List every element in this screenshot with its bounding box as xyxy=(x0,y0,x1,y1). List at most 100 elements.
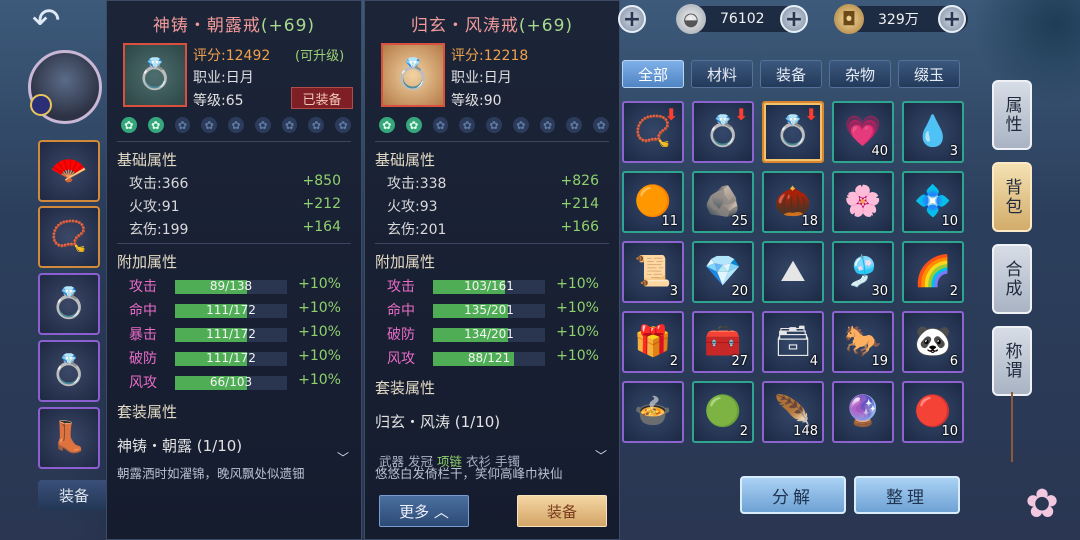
stat-progress-value: 89/138 xyxy=(209,279,253,293)
stat-progress-bar: 111/172 xyxy=(175,327,287,342)
extra-stat-row: 破防 134/201 +10% xyxy=(387,324,599,344)
decompose-button[interactable]: 分解 xyxy=(740,476,846,514)
bag-tab[interactable]: 缀玉 xyxy=(898,60,960,88)
item-count: 10 xyxy=(941,214,958,229)
bag-slot[interactable]: 🐼 6 xyxy=(902,311,964,373)
sort-button[interactable]: 整理 xyxy=(854,476,960,514)
item-score: 评分:12492 xyxy=(193,48,271,64)
side-tab[interactable]: 称谓 xyxy=(992,326,1032,396)
more-button[interactable]: 更多 ︿ xyxy=(379,495,469,527)
fire-orb-icon: 🔴 xyxy=(914,394,952,429)
equipped-slot[interactable]: 📿 xyxy=(38,206,100,268)
bag-slot[interactable]: 💍 ⬇ xyxy=(692,101,754,163)
lotus-seed-icon: 🌰 xyxy=(774,184,812,219)
sand-pile-icon: ⛰ xyxy=(780,254,806,289)
side-tab[interactable]: 属性 xyxy=(992,80,1032,150)
bag-slot[interactable]: 🟢 2 xyxy=(692,381,754,443)
bag-slot[interactable]: 🔮 xyxy=(832,381,894,443)
bag-slot[interactable]: 📜 3 xyxy=(622,241,684,303)
crystal-shards-icon: 💎 xyxy=(704,254,742,289)
extra-stat-row: 暴击 111/172 +10% xyxy=(129,324,341,344)
bag-tab[interactable]: 杂物 xyxy=(829,60,891,88)
stat-percent: +10% xyxy=(556,300,599,316)
lantern-tassel xyxy=(1011,392,1013,462)
bag-slot[interactable]: 💧 3 xyxy=(902,101,964,163)
bag-slot[interactable]: 💗 40 xyxy=(832,101,894,163)
bag-slot[interactable]: 🗃 4 xyxy=(762,311,824,373)
bag-slot[interactable]: 🪨 25 xyxy=(692,171,754,233)
stat-progress-value: 135/201 xyxy=(464,303,514,317)
bag-tab[interactable]: 全部 xyxy=(622,60,684,88)
side-tab[interactable]: 背包 xyxy=(992,162,1032,232)
stat-percent: +10% xyxy=(298,276,341,292)
gem-empty-icon: ✿ xyxy=(254,117,271,133)
item-count: 18 xyxy=(801,214,818,229)
stat-name: 破防 xyxy=(387,327,415,343)
knot-charm-icon: 🎐 xyxy=(844,254,882,289)
bag-slot[interactable]: 🌰 18 xyxy=(762,171,824,233)
divider xyxy=(117,141,351,142)
base-stat-row: 攻击:338 +826 xyxy=(387,173,599,193)
upgradable-label[interactable]: (可升级) xyxy=(295,45,344,64)
extra-stat-row: 命中 135/201 +10% xyxy=(387,300,599,320)
gem-empty-icon: ✿ xyxy=(308,117,325,133)
add-button[interactable]: + xyxy=(618,5,646,33)
arrow-down-icon: ⬇ xyxy=(804,105,818,124)
bag-slot[interactable]: 🪶 148 xyxy=(762,381,824,443)
bag-slot[interactable]: 💠 10 xyxy=(902,171,964,233)
equipped-slot[interactable]: 🪭 xyxy=(38,140,100,202)
equipped-badge: 已装备 xyxy=(291,87,353,109)
stat-bonus: +826 xyxy=(560,173,599,189)
stat-progress-value: 111/172 xyxy=(206,351,256,365)
ring-teal-icon: 💍 xyxy=(123,43,187,107)
bag-slot[interactable]: 🌸 xyxy=(832,171,894,233)
back-button[interactable]: ↶ xyxy=(32,4,72,38)
item-count: 27 xyxy=(731,354,748,369)
rainbow-gem-icon: 🌈 xyxy=(914,254,952,289)
bag-slot[interactable]: 🌈 2 xyxy=(902,241,964,303)
item-level: 等级:90 xyxy=(451,93,502,109)
feather-icon: 🪶 xyxy=(774,394,812,429)
side-tab[interactable]: 合成 xyxy=(992,244,1032,314)
stat-progress-bar: 111/172 xyxy=(175,303,287,318)
bag-slot[interactable]: 📿 ⬇ xyxy=(622,101,684,163)
bag-slot[interactable]: 🎐 30 xyxy=(832,241,894,303)
item-count: 2 xyxy=(949,284,958,299)
purple-flower-icon: 🌸 xyxy=(844,184,882,219)
silver-amount: 76102 xyxy=(720,11,765,27)
bag-tab[interactable]: 材料 xyxy=(691,60,753,88)
item-count: 2 xyxy=(669,354,678,369)
stat-name: 玄伤:199 xyxy=(129,222,189,238)
bag-slot[interactable]: ⛰ xyxy=(762,241,824,303)
bag-slot[interactable]: 🟠 11 xyxy=(622,171,684,233)
divider xyxy=(117,243,351,244)
coin-amount: 329万 xyxy=(878,12,919,28)
extra-stat-row: 命中 111/172 +10% xyxy=(129,300,341,320)
bag-slot[interactable]: 💍 ⬇ xyxy=(762,101,824,163)
add-coin-button[interactable]: + xyxy=(938,5,966,33)
equip-tab[interactable]: 装备 xyxy=(38,480,110,510)
gem-filled-icon: ✿ xyxy=(121,117,137,133)
bag-slot[interactable]: 🔴 10 xyxy=(902,381,964,443)
gem-box-icon: 🎁 xyxy=(634,324,672,359)
equipped-slot[interactable]: 💍 xyxy=(38,340,100,402)
add-silver-button[interactable]: + xyxy=(780,5,808,33)
bag-slot[interactable]: 🍲 xyxy=(622,381,684,443)
panda-icon: 🐼 xyxy=(914,324,952,359)
bag-slot[interactable]: 🐎 19 xyxy=(832,311,894,373)
saddle-icon: 🐎 xyxy=(844,324,882,359)
stat-percent: +10% xyxy=(556,276,599,292)
bag-slot[interactable]: 🎁 2 xyxy=(622,311,684,373)
equip-button[interactable]: 装备 xyxy=(517,495,607,527)
stat-progress-bar: 135/201 xyxy=(433,303,545,318)
equipped-slot[interactable]: 👢 xyxy=(38,407,100,469)
gem-empty-icon: ✿ xyxy=(335,117,352,133)
equipped-slot[interactable]: 💍 xyxy=(38,273,100,335)
stat-name: 火攻:91 xyxy=(129,199,180,215)
bag-slot[interactable]: 🧰 27 xyxy=(692,311,754,373)
stat-progress-bar: 66/103 xyxy=(175,375,287,390)
stat-progress-value: 111/172 xyxy=(206,303,256,317)
chevron-down-icon[interactable]: ﹀ xyxy=(595,447,607,464)
bag-tab[interactable]: 装备 xyxy=(760,60,822,88)
bag-slot[interactable]: 💎 20 xyxy=(692,241,754,303)
